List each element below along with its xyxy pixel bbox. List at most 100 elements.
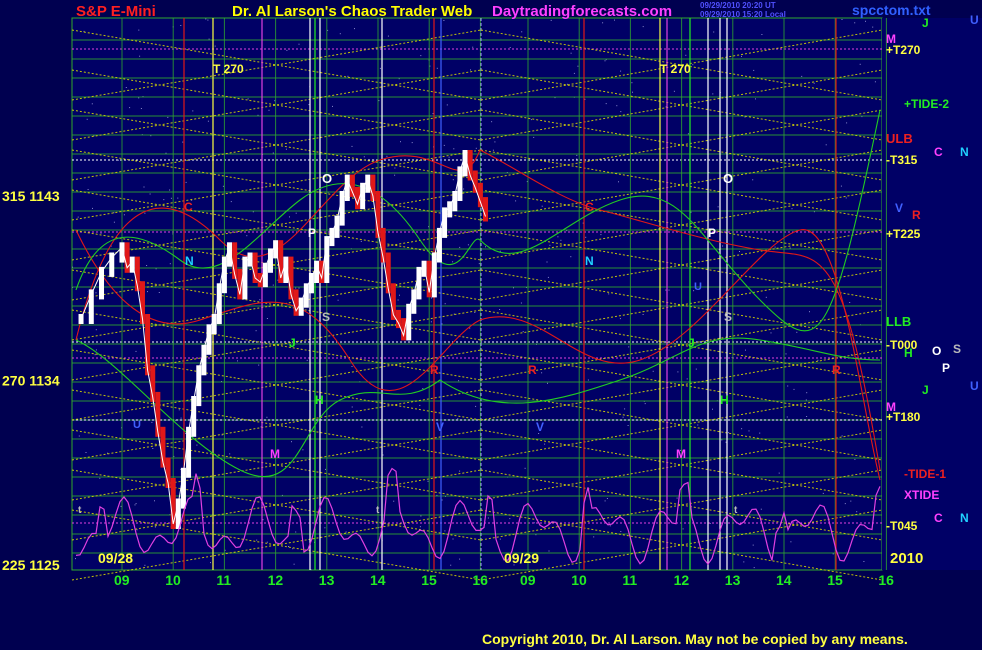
star-dot <box>446 104 448 106</box>
star-dot <box>452 261 454 263</box>
price-bar <box>329 227 335 247</box>
star-dot <box>481 436 483 438</box>
star-dot <box>695 368 697 370</box>
star-dot <box>411 142 413 144</box>
star-dot <box>854 458 856 460</box>
star-dot <box>854 22 856 24</box>
star-dot <box>135 503 137 505</box>
star-dot <box>793 388 795 390</box>
star-dot <box>85 452 87 453</box>
marker-c: C <box>585 200 594 214</box>
star-dot <box>759 432 761 434</box>
y-tick-label: 225 1125 <box>2 557 60 573</box>
star-dot <box>801 75 803 77</box>
label-plus-t225: +T225 <box>886 227 921 241</box>
star-dot <box>170 197 172 199</box>
star-dot <box>95 329 97 331</box>
star-dot <box>419 526 421 528</box>
star-dot <box>379 67 381 69</box>
marker-h: H <box>315 393 324 407</box>
star-dot <box>95 292 97 294</box>
label-xtide: XTIDE <box>904 488 939 502</box>
star-dot <box>570 52 572 54</box>
star-dot <box>430 321 432 323</box>
price-bar <box>298 297 304 316</box>
marker-v: V <box>436 420 444 434</box>
star-dot <box>459 246 461 248</box>
star-dot <box>676 497 678 499</box>
star-dot <box>144 212 146 214</box>
star-dot <box>550 19 552 21</box>
hour-tick-label: 12 <box>268 572 284 588</box>
star-dot <box>748 430 750 432</box>
star-dot <box>752 544 754 546</box>
hour-tick-label: 15 <box>421 572 437 588</box>
star-dot <box>806 416 808 417</box>
star-dot <box>557 236 559 238</box>
star-dot <box>306 359 308 361</box>
star-dot <box>632 91 633 93</box>
star-dot <box>541 205 543 207</box>
star-dot <box>149 193 151 195</box>
marker-v: V <box>895 201 903 215</box>
star-dot <box>399 294 400 296</box>
star-dot <box>752 179 754 181</box>
star-dot <box>547 276 549 278</box>
star-dot <box>382 454 384 456</box>
star-dot <box>351 366 353 367</box>
star-dot <box>682 528 684 530</box>
price-bar <box>401 318 407 341</box>
star-dot <box>441 499 443 501</box>
star-dot <box>791 208 793 210</box>
star-dot <box>180 25 182 26</box>
marker-n: N <box>960 145 969 159</box>
star-dot <box>118 159 119 161</box>
star-dot <box>787 385 789 387</box>
label-ulb: ULB <box>886 131 913 146</box>
star-dot <box>774 246 776 248</box>
star-dot <box>196 444 198 446</box>
star-dot <box>397 299 399 301</box>
star-dot <box>298 43 300 45</box>
star-dot <box>247 98 249 100</box>
star-dot <box>805 399 807 401</box>
star-dot <box>475 147 477 149</box>
timestamp-ut: 09/29/2010 20:20 UT <box>700 1 776 10</box>
star-dot <box>474 312 476 313</box>
hour-tick-label: 10 <box>165 572 181 588</box>
star-dot <box>560 239 562 241</box>
star-dot <box>499 538 501 540</box>
marker-j: J <box>922 16 929 30</box>
star-dot <box>292 548 294 550</box>
marker-n: N <box>585 254 594 268</box>
star-dot <box>151 421 153 423</box>
site-name: Daytradingforecasts.com <box>492 3 672 20</box>
star-dot <box>770 332 772 334</box>
label-llb: LLB <box>886 314 911 329</box>
star-dot <box>432 113 434 115</box>
star-dot <box>77 216 79 218</box>
star-dot <box>256 539 258 541</box>
marker-p: P <box>708 226 716 240</box>
star-dot <box>325 468 326 470</box>
marker-r: R <box>430 363 439 377</box>
hour-tick-label: 09 <box>520 572 536 588</box>
marker-o: O <box>322 171 332 186</box>
star-dot <box>394 174 396 176</box>
price-bar <box>267 248 273 273</box>
star-dot <box>602 22 604 24</box>
star-dot <box>308 104 310 106</box>
star-dot <box>541 372 543 374</box>
star-dot <box>120 505 122 507</box>
star-dot <box>685 54 687 56</box>
chaos-chart: S&P E-Mini Dr. Al Larson's Chaos Trader … <box>0 0 982 650</box>
star-dot <box>844 503 846 505</box>
star-dot <box>743 561 745 563</box>
star-dot <box>475 405 477 407</box>
star-dot <box>806 392 808 394</box>
star-dot <box>692 64 694 66</box>
star-dot <box>499 309 501 310</box>
star-dot <box>444 303 446 305</box>
star-dot <box>850 500 852 502</box>
marker-p: P <box>308 226 316 240</box>
